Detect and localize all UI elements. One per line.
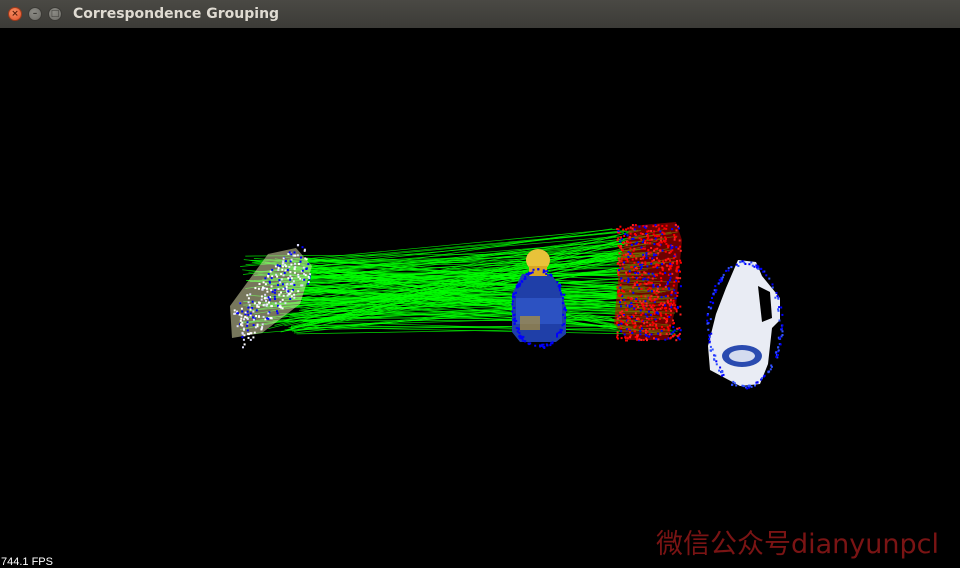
fps-counter: 744.1 FPS [1,556,53,568]
minimize-icon: – [32,9,38,19]
maximize-button[interactable]: □ [48,7,62,21]
minimize-button[interactable]: – [28,7,42,21]
scene-point-cluster [614,222,682,342]
window-titlebar[interactable]: × – □ Correspondence Grouping [0,0,960,29]
window-title: Correspondence Grouping [73,6,280,22]
point-cloud-scene [230,222,784,390]
watermark: 微信公众号dianyunpcl [656,529,939,560]
bleach-jug [706,260,784,390]
maximize-icon: □ [50,9,60,19]
close-button[interactable]: × [8,7,22,21]
point-cloud-viewport[interactable]: 744.1 FPS 微信公众号dianyunpcl [0,28,960,568]
close-icon: × [11,9,19,19]
